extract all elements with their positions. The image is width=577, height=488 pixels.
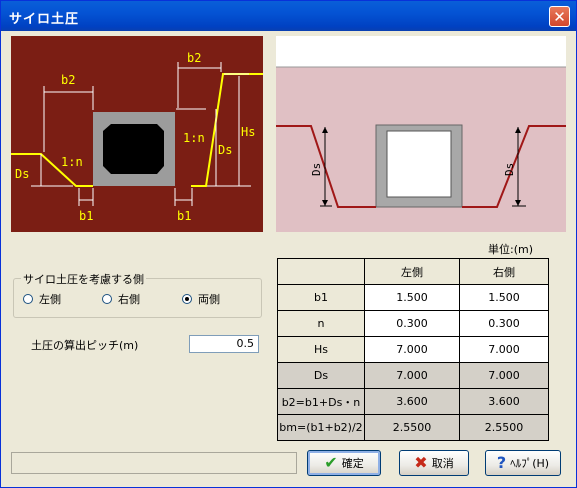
cell-right: 2.5500 xyxy=(459,414,549,441)
dim-label-ds-left-pressure: Ds xyxy=(310,163,323,176)
window-title: サイロ土圧 xyxy=(9,12,80,27)
dim-label-b1-left: b1 xyxy=(79,209,93,223)
silo-pressure-diagram: Ds Ds xyxy=(276,36,566,232)
radio-label: 両側 xyxy=(198,293,220,306)
radio-indicator[interactable] xyxy=(182,294,192,304)
title-bar: サイロ土圧 ✕ xyxy=(1,1,576,31)
question-icon: ? xyxy=(496,453,507,472)
table-header-corner xyxy=(277,258,365,285)
dim-label-ds-right: Ds xyxy=(218,143,232,157)
cell-left[interactable]: 1.500 xyxy=(364,284,460,311)
cell-right: 7.000 xyxy=(459,362,549,389)
radio-both-sides[interactable]: 両側 xyxy=(182,291,220,307)
silo-section-diagram: b2 b2 1:n 1:n Ds Ds Hs b1 b1 xyxy=(11,36,263,232)
help-button-label: ﾍﾙﾌﾟ(H) xyxy=(510,457,550,470)
row-label: bm=(b1+b2)/2 xyxy=(277,414,365,441)
cancel-button-label: 取消 xyxy=(431,457,454,470)
close-button[interactable]: ✕ xyxy=(549,6,570,27)
table-row: n 0.300 0.300 xyxy=(277,310,549,337)
dim-label-ds-left: Ds xyxy=(15,167,29,181)
row-label: b2=b1+Ds・n xyxy=(277,388,365,415)
status-box xyxy=(11,452,297,474)
cancel-button[interactable]: ✖ 取消 xyxy=(399,450,469,476)
side-group-title: サイロ土圧を考慮する側 xyxy=(21,271,146,287)
dim-label-b1-right: b1 xyxy=(177,209,191,223)
cell-right[interactable]: 1.500 xyxy=(459,284,549,311)
table-header-right: 右側 xyxy=(459,258,549,285)
radio-label: 左側 xyxy=(39,293,61,306)
cell-left[interactable]: 7.000 xyxy=(364,336,460,363)
row-label: Hs xyxy=(277,336,365,363)
ok-button-label: 確定 xyxy=(341,457,364,470)
unit-label: 単位:(m) xyxy=(488,243,534,256)
close-icon: ✕ xyxy=(553,8,566,26)
cell-left[interactable]: 0.300 xyxy=(364,310,460,337)
pitch-input[interactable]: 0.5 xyxy=(189,335,259,353)
slope-label-right: 1:n xyxy=(183,131,205,145)
check-icon: ✔ xyxy=(324,453,338,472)
radio-label: 右側 xyxy=(118,293,140,306)
x-icon: ✖ xyxy=(414,453,428,472)
row-label: Ds xyxy=(277,362,365,389)
cell-right: 3.600 xyxy=(459,388,549,415)
slope-label-left: 1:n xyxy=(61,155,83,169)
parameter-table: 左側 右側 b1 1.500 1.500 n 0.300 0.300 Hs 7.… xyxy=(277,258,549,441)
help-button[interactable]: ? ﾍﾙﾌﾟ(H) xyxy=(485,450,561,476)
dim-label-b2-left: b2 xyxy=(61,73,75,87)
cell-left: 2.5500 xyxy=(364,414,460,441)
cell-left: 3.600 xyxy=(364,388,460,415)
cell-left: 7.000 xyxy=(364,362,460,389)
dim-label-ds-right-pressure: Ds xyxy=(503,163,516,176)
dim-label-hs: Hs xyxy=(241,125,255,139)
table-header-left: 左側 xyxy=(364,258,460,285)
radio-left-side[interactable]: 左側 xyxy=(23,291,61,307)
radio-indicator[interactable] xyxy=(23,294,33,304)
ok-button[interactable]: ✔ 確定 xyxy=(307,450,381,476)
radio-right-side[interactable]: 右側 xyxy=(102,291,140,307)
table-row: Ds 7.000 7.000 xyxy=(277,362,549,389)
table-row: bm=(b1+b2)/2 2.5500 2.5500 xyxy=(277,414,549,441)
row-label: b1 xyxy=(277,284,365,311)
row-label: n xyxy=(277,310,365,337)
dim-label-b2-right: b2 xyxy=(187,51,201,65)
table-row: b2=b1+Ds・n 3.600 3.600 xyxy=(277,388,549,415)
table-row: b1 1.500 1.500 xyxy=(277,284,549,311)
pitch-label: 土圧の算出ピッチ(m) xyxy=(31,339,139,352)
table-header-row: 左側 右側 xyxy=(277,258,549,285)
table-row: Hs 7.000 7.000 xyxy=(277,336,549,363)
cell-right[interactable]: 0.300 xyxy=(459,310,549,337)
cell-right[interactable]: 7.000 xyxy=(459,336,549,363)
dialog-window: サイロ土圧 ✕ b2 b2 1:n 1:n Ds Ds Hs b1 b1 Ds … xyxy=(0,0,577,488)
radio-indicator[interactable] xyxy=(102,294,112,304)
